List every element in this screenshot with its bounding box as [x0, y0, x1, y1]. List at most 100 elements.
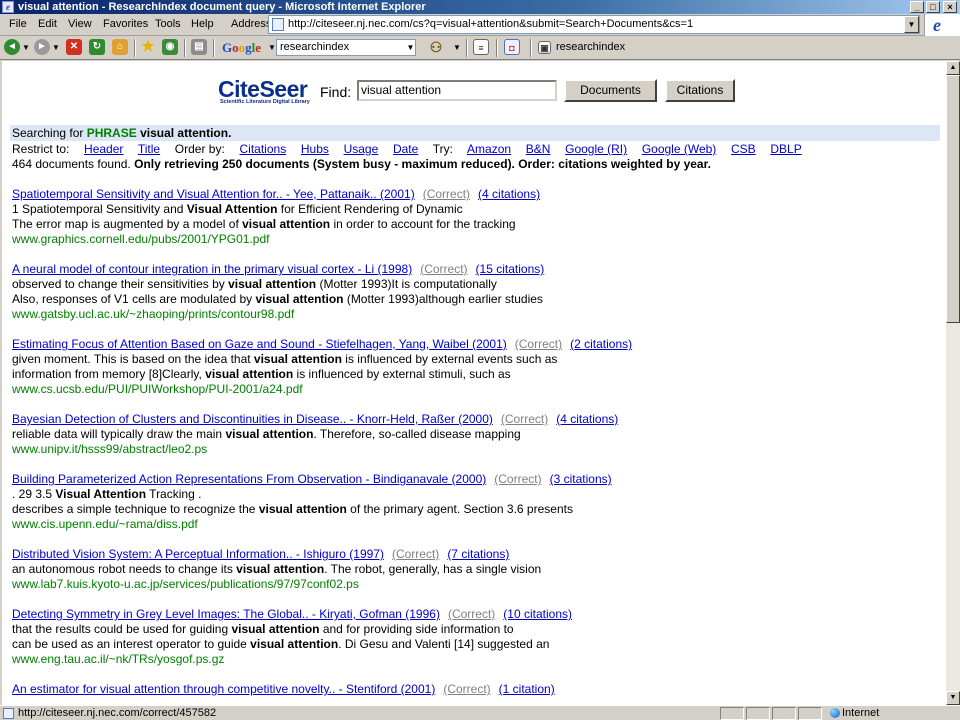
address-dropdown-button[interactable]: ▼: [904, 16, 919, 33]
correct-link[interactable]: (Correct): [501, 412, 548, 426]
citations-link[interactable]: (1 citation): [499, 682, 555, 696]
citations-link[interactable]: (4 citations): [556, 412, 618, 426]
correct-link[interactable]: (Correct): [420, 262, 467, 276]
status-text: http://citeseer.nj.nec.com/correct/45758…: [18, 707, 217, 719]
address-url[interactable]: http://citeseer.nj.nec.com/cs?q=visual+a…: [288, 18, 693, 30]
stop-icon[interactable]: ✕: [66, 39, 82, 55]
maximize-button[interactable]: □: [926, 1, 940, 13]
researchindex-link[interactable]: researchindex: [556, 41, 625, 53]
snippet-text: and for providing side information to: [319, 622, 514, 636]
citations-link[interactable]: (10 citations): [503, 607, 572, 621]
home-icon[interactable]: ⌂: [112, 39, 128, 55]
minimize-button[interactable]: _: [910, 1, 924, 13]
citations-link[interactable]: (3 citations): [550, 472, 612, 486]
snippet-text: 1 Spatiotemporal Sensitivity and: [12, 202, 187, 216]
result-url: www.cis.upenn.edu/~rama/diss.pdf: [12, 517, 198, 531]
close-button[interactable]: ×: [943, 1, 957, 13]
google-search-dropdown[interactable]: ▼: [406, 40, 415, 55]
restrict-title-link[interactable]: Title: [138, 142, 160, 156]
citations-link[interactable]: (4 citations): [478, 187, 540, 201]
scroll-thumb[interactable]: [946, 75, 960, 323]
result-title-link[interactable]: Estimating Focus of Attention Based on G…: [12, 337, 507, 351]
binoculars-icon[interactable]: ⚇: [428, 39, 444, 55]
forward-icon[interactable]: ►: [34, 39, 50, 55]
internet-zone-icon: [830, 708, 840, 718]
snippet-highlight: Visual Attention: [186, 202, 278, 216]
search-header: CiteSeer Scientific Literature Digital L…: [218, 77, 738, 107]
documents-button[interactable]: Documents: [564, 79, 657, 102]
print-icon[interactable]: ▤: [191, 39, 207, 55]
menu-view[interactable]: View: [68, 18, 92, 30]
result-title-row: Detecting Symmetry in Grey Level Images:…: [12, 607, 572, 622]
try-label: Try:: [432, 142, 453, 156]
try-amazon-link[interactable]: Amazon: [467, 142, 511, 156]
citations-link[interactable]: (7 citations): [447, 547, 509, 561]
correct-link[interactable]: (Correct): [443, 682, 490, 696]
restrict-header-link[interactable]: Header: [84, 142, 123, 156]
back-dropdown-icon[interactable]: ▼: [22, 43, 30, 52]
citations-link[interactable]: (15 citations): [476, 262, 545, 276]
snippet-highlight: visual attention: [228, 277, 317, 291]
snippet-highlight: visual attention: [258, 502, 347, 516]
try-csb-link[interactable]: CSB: [731, 142, 756, 156]
order-usage-link[interactable]: Usage: [344, 142, 379, 156]
media-icon[interactable]: ◉: [162, 39, 178, 55]
result-snippet: Also, responses of V1 cells are modulate…: [12, 292, 543, 307]
correct-link[interactable]: (Correct): [448, 607, 495, 621]
back-icon[interactable]: ◄: [4, 39, 20, 55]
try-bn-link[interactable]: B&N: [526, 142, 551, 156]
scroll-down-icon[interactable]: ▼: [946, 691, 960, 705]
address-bar[interactable]: http://citeseer.nj.nec.com/cs?q=visual+a…: [268, 15, 920, 34]
google-search-input[interactable]: researchindex: [276, 39, 416, 56]
status-pane: [772, 707, 796, 720]
snippet-highlight: visual attention: [250, 637, 339, 651]
forward-dropdown-icon[interactable]: ▼: [52, 43, 60, 52]
order-date-link[interactable]: Date: [393, 142, 418, 156]
google-toolbar-logo[interactable]: Google: [222, 40, 261, 56]
popup-blocker-icon[interactable]: ◘: [504, 39, 520, 55]
correct-link[interactable]: (Correct): [392, 547, 439, 561]
try-google-ri-link[interactable]: Google (RI): [565, 142, 627, 156]
correct-link[interactable]: (Correct): [494, 472, 541, 486]
result-title-link[interactable]: A neural model of contour integration in…: [12, 262, 412, 276]
page-info-icon[interactable]: ≡: [473, 39, 489, 55]
citations-link[interactable]: (2 citations): [570, 337, 632, 351]
try-dblp-link[interactable]: DBLP: [770, 142, 801, 156]
menu-file[interactable]: File: [9, 18, 27, 30]
menu-favorites[interactable]: Favorites: [103, 18, 148, 30]
scroll-up-icon[interactable]: ▲: [946, 61, 960, 75]
result-title-row: Spatiotemporal Sensitivity and Visual At…: [12, 187, 540, 202]
status-pane: [746, 707, 770, 720]
order-citations-link[interactable]: Citations: [240, 142, 287, 156]
page-loading-icon: [3, 708, 14, 719]
order-hubs-link[interactable]: Hubs: [301, 142, 329, 156]
favorites-icon[interactable]: ★: [140, 39, 156, 55]
find-input[interactable]: visual attention: [357, 80, 557, 101]
citations-button[interactable]: Citations: [665, 79, 735, 102]
snippet-text: of the primary agent. Section 3.6 presen…: [346, 502, 573, 516]
menu-help[interactable]: Help: [191, 18, 214, 30]
result-title-link[interactable]: Spatiotemporal Sensitivity and Visual At…: [12, 187, 415, 201]
result-title-link[interactable]: Bayesian Detection of Clusters and Disco…: [12, 412, 493, 426]
refresh-icon[interactable]: ↻: [89, 39, 105, 55]
snippet-text: in order to account for the tracking: [330, 217, 516, 231]
researchindex-link-icon[interactable]: ▣: [538, 41, 551, 54]
result-title-link[interactable]: Building Parameterized Action Representa…: [12, 472, 486, 486]
menu-edit[interactable]: Edit: [38, 18, 57, 30]
result-title-link[interactable]: An estimator for visual attention throug…: [12, 682, 435, 696]
try-google-web-link[interactable]: Google (Web): [642, 142, 716, 156]
snippet-text: observed to change their sensitivities b…: [12, 277, 229, 291]
snippet-text: . Therefore, so-called disease mapping: [313, 427, 521, 441]
toolbar-separator: [213, 39, 215, 57]
correct-link[interactable]: (Correct): [423, 187, 470, 201]
menu-tools[interactable]: Tools: [155, 18, 181, 30]
search-dropdown-icon[interactable]: ▼: [453, 43, 461, 52]
result-title-link[interactable]: Detecting Symmetry in Grey Level Images:…: [12, 607, 440, 621]
citeseer-logo[interactable]: CiteSeer: [218, 77, 308, 101]
result-title-link[interactable]: Distributed Vision System: A Perceptual …: [12, 547, 384, 561]
correct-link[interactable]: (Correct): [515, 337, 562, 351]
google-dropdown-icon[interactable]: ▼: [268, 43, 276, 52]
snippet-text: reliable data will typically draw the ma…: [12, 427, 226, 441]
vertical-scrollbar[interactable]: ▲ ▼: [946, 61, 960, 705]
toolbar: ◄ ▼ ► ▼ ✕ ↻ ⌂ ★ ◉ ▤ Google ▼ researchind…: [0, 36, 960, 60]
